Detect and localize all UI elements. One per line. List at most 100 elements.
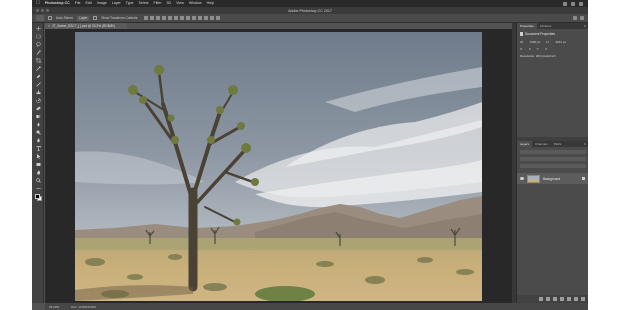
link-layers-icon[interactable] bbox=[539, 297, 543, 301]
align-right-icon[interactable] bbox=[174, 16, 179, 20]
blend-mode-row[interactable] bbox=[520, 157, 586, 161]
visibility-eye-icon[interactable] bbox=[520, 177, 524, 180]
distribute-right-icon[interactable] bbox=[210, 16, 215, 20]
zoom-window-icon[interactable] bbox=[46, 9, 49, 12]
layers-controls bbox=[517, 147, 588, 173]
auto-select-checkbox[interactable] bbox=[48, 16, 52, 20]
layer-row-background[interactable]: Background bbox=[517, 173, 588, 184]
distribute-center-icon[interactable] bbox=[204, 16, 209, 20]
width-value[interactable]: 7360 px bbox=[530, 40, 541, 44]
photoshop-screen:  Photoshop CC File Edit Image Layer Typ… bbox=[32, 0, 588, 310]
clone-stamp-tool-icon[interactable] bbox=[35, 90, 41, 95]
document-icon bbox=[520, 32, 523, 36]
quick-select-tool-icon[interactable] bbox=[35, 50, 41, 55]
window-controls bbox=[36, 9, 49, 12]
resolution-text: Resolution: 300 pixels/inch bbox=[520, 54, 556, 58]
auto-select-dropdown[interactable]: Layer bbox=[77, 15, 90, 21]
auto-align-icon[interactable] bbox=[216, 16, 221, 20]
y-value[interactable]: 0 bbox=[545, 47, 547, 51]
crop-tool-icon[interactable] bbox=[35, 58, 41, 63]
distribute-left-icon[interactable] bbox=[198, 16, 203, 20]
search-icon[interactable] bbox=[571, 1, 575, 6]
align-buttons bbox=[144, 16, 221, 20]
blur-tool-icon[interactable] bbox=[35, 122, 41, 127]
show-transform-checkbox[interactable] bbox=[93, 16, 98, 20]
path-selection-tool-icon[interactable] bbox=[35, 154, 41, 159]
align-top-icon[interactable] bbox=[144, 16, 149, 20]
x-label: X: bbox=[520, 47, 523, 51]
adjustment-layer-icon[interactable] bbox=[560, 297, 564, 301]
more-tools-icon[interactable] bbox=[35, 186, 41, 191]
document-properties-title: Document Properties bbox=[525, 32, 555, 36]
align-center-icon[interactable] bbox=[168, 16, 173, 20]
healing-brush-tool-icon[interactable] bbox=[35, 74, 41, 79]
x-value[interactable]: 0 bbox=[529, 47, 531, 51]
lasso-tool-icon[interactable] bbox=[35, 42, 41, 47]
menu-layer[interactable]: Layer bbox=[112, 0, 121, 7]
new-layer-icon[interactable] bbox=[574, 297, 578, 301]
menu-app-name[interactable]: Photoshop CC bbox=[45, 0, 70, 7]
layer-filter-row[interactable] bbox=[520, 150, 586, 154]
new-group-icon[interactable] bbox=[567, 297, 571, 301]
document-info[interactable]: Doc: 14.5M/14.5M bbox=[71, 305, 96, 309]
menu-list-icon[interactable] bbox=[579, 1, 583, 6]
dimensions-row: W: 7360 px H: 4912 px bbox=[520, 40, 586, 44]
menu-window[interactable]: Window bbox=[189, 0, 202, 7]
pen-tool-icon[interactable] bbox=[35, 138, 41, 143]
add-mask-icon[interactable] bbox=[553, 297, 557, 301]
menu-filter[interactable]: Filter bbox=[154, 0, 162, 7]
search-icon[interactable] bbox=[573, 16, 577, 20]
height-value[interactable]: 4912 px bbox=[555, 40, 566, 44]
distribute-bottom-icon[interactable] bbox=[192, 16, 197, 20]
zoom-tool-icon[interactable] bbox=[35, 178, 41, 183]
menu-3d[interactable]: 3D bbox=[167, 0, 172, 7]
document-canvas-photo[interactable] bbox=[75, 32, 482, 301]
type-tool-icon[interactable] bbox=[35, 146, 41, 151]
auto-select-label: Auto-Select: bbox=[56, 16, 74, 20]
workspace-icon[interactable] bbox=[580, 16, 584, 20]
menu-file[interactable]: File bbox=[75, 0, 81, 7]
eraser-tool-icon[interactable] bbox=[35, 106, 41, 111]
align-middle-icon[interactable] bbox=[150, 16, 155, 20]
options-bar: Auto-Select: Layer Show Transform Contro… bbox=[32, 14, 588, 23]
menu-select[interactable]: Select bbox=[139, 0, 149, 7]
show-transform-label: Show Transform Controls bbox=[101, 16, 138, 20]
minimize-window-icon[interactable] bbox=[41, 9, 44, 12]
menu-image[interactable]: Image bbox=[97, 0, 107, 7]
dodge-tool-icon[interactable] bbox=[35, 130, 41, 135]
menubar-status-icons bbox=[563, 1, 588, 6]
lock-fill-row[interactable] bbox=[520, 164, 586, 168]
zoom-level[interactable]: 33.33% bbox=[49, 305, 59, 309]
hand-tool-icon[interactable] bbox=[35, 170, 41, 175]
y-label: Y: bbox=[536, 47, 540, 51]
resolution-row: Resolution: 300 pixels/inch bbox=[520, 54, 586, 58]
window-title-bar: Adobe Photoshop CC 2017 bbox=[32, 7, 588, 14]
gradient-tool-icon[interactable] bbox=[35, 114, 41, 119]
align-left-icon[interactable] bbox=[162, 16, 167, 20]
menu-view[interactable]: View bbox=[176, 0, 184, 7]
close-window-icon[interactable] bbox=[36, 9, 39, 12]
history-brush-tool-icon[interactable] bbox=[35, 98, 41, 103]
apple-icon[interactable]:  bbox=[36, 0, 40, 7]
layer-style-icon[interactable] bbox=[546, 297, 550, 301]
delete-layer-icon[interactable] bbox=[581, 297, 585, 301]
wifi-icon[interactable] bbox=[563, 1, 567, 6]
canvas-area[interactable] bbox=[45, 29, 516, 303]
marquee-tool-icon[interactable] bbox=[35, 34, 41, 39]
document-tab-label: JT_Scene_DSC7_[ ].psd @ 33.3% (RGB/8*) bbox=[51, 24, 115, 28]
eyedropper-tool-icon[interactable] bbox=[35, 66, 41, 71]
layer-thumbnail bbox=[527, 174, 540, 183]
properties-panel: Document Properties W: 7360 px H: 4912 p… bbox=[517, 29, 588, 137]
foreground-color-swatch[interactable] bbox=[35, 194, 40, 199]
distribute-middle-icon[interactable] bbox=[186, 16, 191, 20]
menu-edit[interactable]: Edit bbox=[86, 0, 92, 7]
shape-tool-icon[interactable] bbox=[35, 162, 41, 167]
distribute-top-icon[interactable] bbox=[180, 16, 185, 20]
brush-tool-icon[interactable] bbox=[35, 82, 41, 87]
move-tool-icon[interactable] bbox=[35, 26, 41, 31]
menu-help[interactable]: Help bbox=[207, 0, 214, 7]
align-bottom-icon[interactable] bbox=[156, 16, 161, 20]
menu-type[interactable]: Type bbox=[126, 0, 134, 7]
window-title: Adobe Photoshop CC 2017 bbox=[288, 8, 332, 13]
tool-preset-picker[interactable] bbox=[36, 15, 44, 21]
